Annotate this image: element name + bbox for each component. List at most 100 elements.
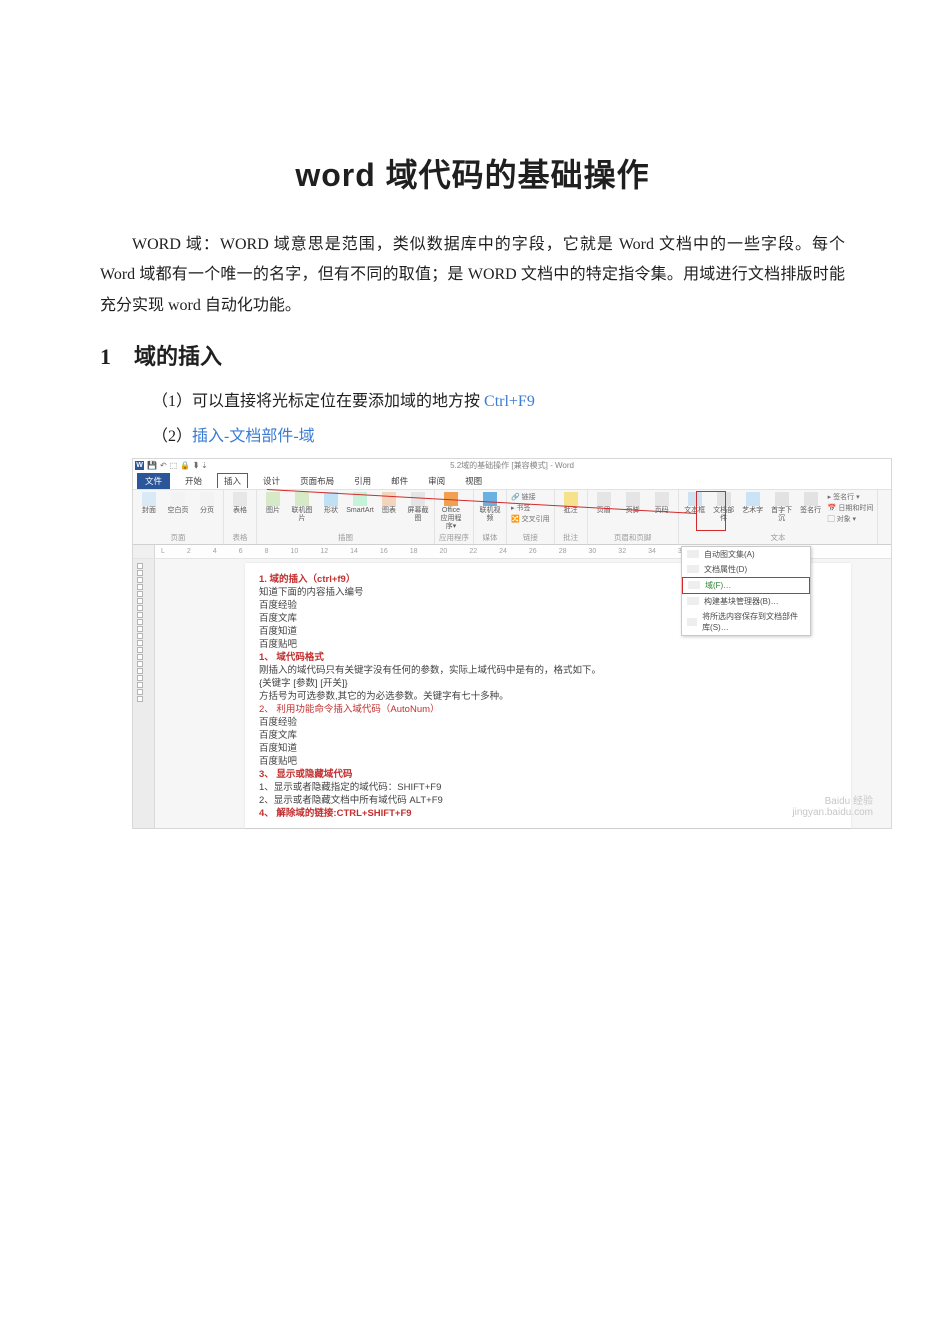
ribbon-group-label: 链接	[511, 532, 550, 543]
outline-node[interactable]	[137, 696, 143, 702]
word-titlebar: W💾↶⬚🔒⮯⇣ 5.2域的基础操作 [兼容模式] - Word	[133, 459, 891, 473]
ribbon-tab[interactable]: 审阅	[423, 474, 450, 488]
ruler-mark: 24	[499, 548, 507, 555]
ribbon-group-label: 表格	[228, 532, 252, 543]
outline-node[interactable]	[137, 619, 143, 625]
ribbon-group: 批注批注	[555, 490, 588, 544]
ribbon-group: 联机视频媒体	[474, 490, 507, 544]
ribbon-button[interactable]: 签名行	[799, 492, 823, 515]
menu-item-label: 将所选内容保存到文档部件库(S)…	[702, 611, 805, 633]
ribbon-tab[interactable]: 页面布局	[295, 474, 339, 488]
ribbon-button-label: 分页	[200, 507, 214, 515]
ribbon-button[interactable]: 联机图片	[290, 492, 314, 523]
ribbon-small-button[interactable]: ▢ 对象 ▾	[828, 514, 874, 524]
outline-node[interactable]	[137, 689, 143, 695]
ribbon-button[interactable]: 空白页	[166, 492, 190, 515]
outline-node[interactable]	[137, 591, 143, 597]
ribbon-button[interactable]: 页脚	[621, 492, 645, 515]
doc-line: 1、显示或者隐藏指定的域代码：SHIFT+F9	[259, 781, 837, 794]
ribbon-small-button[interactable]: 🔀 交叉引用	[511, 514, 550, 524]
ribbon-icon	[775, 492, 789, 506]
tab-insert[interactable]: 插入	[217, 473, 248, 488]
ribbon-icon	[564, 492, 578, 506]
ribbon-button[interactable]: 分页	[195, 492, 219, 515]
highlight-docparts-button	[696, 491, 726, 531]
menu-item[interactable]: 构建基块管理器(B)…	[682, 594, 810, 609]
tab-file[interactable]: 文件	[137, 473, 170, 489]
outline-node[interactable]	[137, 626, 143, 632]
ribbon-button[interactable]: 形状	[319, 492, 343, 515]
step-1-text: （1）可以直接将光标定位在要添加域的地方按	[152, 393, 484, 410]
ribbon-small-button[interactable]: 🔗 链接	[511, 492, 550, 502]
ribbon-button[interactable]: 联机视频	[478, 492, 502, 523]
ribbon-tab[interactable]: 设计	[258, 474, 285, 488]
doc-line: 4、 解除域的链接:CTRL+SHIFT+F9	[259, 807, 837, 820]
menu-item[interactable]: 文档属性(D)	[682, 562, 810, 577]
ribbon-tab[interactable]: 视图	[460, 474, 487, 488]
outline-node[interactable]	[137, 570, 143, 576]
ribbon-button[interactable]: 封面	[137, 492, 161, 515]
outline-strip	[133, 559, 155, 828]
ribbon: 封面空白页分页页面表格表格图片联机图片形状SmartArt图表屏幕截图插图Off…	[133, 489, 891, 545]
ribbon-button[interactable]: 图片	[261, 492, 285, 515]
doc-line: 百度贴吧	[259, 638, 837, 651]
section-heading: 1 域的插入	[100, 339, 845, 371]
word-logo-icon[interactable]: W	[135, 461, 144, 470]
ruler-mark: 12	[320, 548, 328, 555]
qat-icon[interactable]: 💾	[147, 461, 157, 470]
menu-item-field[interactable]: 域(F)…	[682, 577, 810, 594]
ruler-mark: 2	[187, 548, 191, 555]
ribbon-group-label: 媒体	[478, 532, 502, 543]
outline-node[interactable]	[137, 668, 143, 674]
qat-icon[interactable]: ⮯	[193, 461, 198, 471]
outline-node[interactable]	[137, 640, 143, 646]
outline-node[interactable]	[137, 584, 143, 590]
step-2-prefix: （2）	[152, 428, 192, 445]
ribbon-button-label: 艺术字	[742, 507, 763, 515]
ribbon-button-label: 封面	[142, 507, 156, 515]
doc-line: 百度贴吧	[259, 755, 837, 768]
outline-node[interactable]	[137, 661, 143, 667]
document-page: word 域代码的基础操作 WORD 域：WORD 域意思是范围，类似数据库中的…	[0, 0, 945, 829]
doc-line: 百度文库	[259, 729, 837, 742]
ribbon-group-label: 应用程序	[439, 532, 469, 543]
outline-node[interactable]	[137, 563, 143, 569]
ribbon-button[interactable]: 页眉	[592, 492, 616, 515]
outline-node[interactable]	[137, 654, 143, 660]
ribbon-button-label: 首字下沉	[770, 507, 794, 523]
ribbon-button[interactable]: 艺术字	[741, 492, 765, 515]
outline-node[interactable]	[137, 633, 143, 639]
outline-node[interactable]	[137, 675, 143, 681]
outline-node[interactable]	[137, 612, 143, 618]
outline-node[interactable]	[137, 577, 143, 583]
ribbon-tab[interactable]: 引用	[349, 474, 376, 488]
outline-node[interactable]	[137, 598, 143, 604]
ribbon-group: 封面 空白页分页页面	[133, 490, 224, 544]
ribbon-tab[interactable]: 邮件	[386, 474, 413, 488]
ribbon-button[interactable]: 批注	[559, 492, 583, 515]
ribbon-tab[interactable]: 开始	[180, 474, 207, 488]
qat-icon[interactable]: ⬚	[170, 461, 178, 470]
ribbon-button[interactable]: 表格	[228, 492, 252, 515]
qat-icon[interactable]: ⇣	[201, 461, 208, 470]
menu-item[interactable]: 将所选内容保存到文档部件库(S)…	[682, 609, 810, 635]
ribbon-button[interactable]: Office 应用程序▾	[439, 492, 463, 531]
doc-line: 2、 利用功能命令插入域代码（AutoNum）	[259, 703, 837, 716]
menu-item-icon	[688, 581, 700, 589]
ribbon-button[interactable]: 首字下沉	[770, 492, 794, 523]
qat-icon[interactable]: 🔒	[180, 461, 190, 470]
menu-item[interactable]: 自动图文集(A)	[682, 547, 810, 562]
ribbon-icon	[626, 492, 640, 506]
ribbon-group-label: 页面	[137, 532, 219, 543]
ribbon-small-button[interactable]: 📅 日期和时间	[828, 503, 874, 513]
qat-icon[interactable]: ↶	[160, 461, 167, 470]
ribbon-button-label: 屏幕截图	[406, 507, 430, 523]
outline-node[interactable]	[137, 605, 143, 611]
ribbon-button-label: 表格	[233, 507, 247, 515]
ribbon-small-button[interactable]: ▸ 签名行 ▾	[828, 492, 874, 502]
section-title: 域的插入	[134, 339, 222, 371]
outline-node[interactable]	[137, 647, 143, 653]
ribbon-tabs: 文件开始插入设计页面布局引用邮件审阅视图	[133, 473, 891, 489]
outline-node[interactable]	[137, 682, 143, 688]
menu-item-label: 域(F)…	[705, 580, 731, 591]
